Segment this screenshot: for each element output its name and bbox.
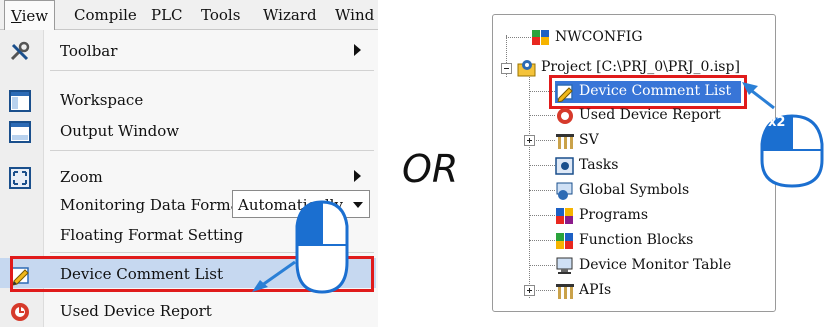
menu-item-label: Monitoring Data Format	[60, 196, 246, 214]
expand-toggle-icon[interactable]	[524, 285, 535, 296]
menu-item-zoom[interactable]: Zoom	[0, 161, 376, 191]
submenu-arrow-icon	[354, 44, 361, 56]
tree-line	[529, 190, 555, 191]
double-click-mouse-icon	[742, 82, 824, 188]
menu-window[interactable]: Wind	[335, 6, 374, 24]
workspace-icon	[9, 90, 31, 112]
toolbar-icon	[9, 41, 30, 61]
menu-tools[interactable]: Tools	[201, 6, 240, 24]
tree-line	[529, 115, 555, 116]
submenu-arrow-icon	[354, 170, 361, 182]
menu-item-workspace[interactable]: Workspace	[0, 84, 376, 114]
tree-item-label: Tasks	[579, 157, 619, 173]
tree-item-label: Programs	[579, 207, 649, 223]
menu-compile[interactable]: Compile	[74, 6, 137, 24]
menu-item-label: Floating Format Setting	[60, 226, 244, 244]
nwconfig-icon	[531, 28, 551, 48]
sv-icon	[555, 131, 575, 151]
programs-icon	[555, 206, 575, 226]
tree-item-label: Function Blocks	[579, 232, 694, 248]
tree-line	[529, 215, 555, 216]
project-icon	[517, 58, 537, 78]
tree-item-label: Used Device Report	[579, 107, 721, 123]
menu-wizard[interactable]: Wizard	[263, 6, 317, 24]
menu-item-output-window[interactable]: Output Window	[0, 115, 376, 145]
menu-item-label: Zoom	[60, 168, 103, 186]
tree-item-label: Global Symbols	[579, 182, 690, 198]
used-device-report-icon	[555, 106, 575, 126]
menu-item-label: Workspace	[60, 91, 144, 109]
menu-item-label: Output Window	[60, 122, 180, 140]
apis-icon	[555, 281, 575, 301]
tree-line	[529, 240, 555, 241]
tree-item-label: NWCONFIG	[555, 29, 643, 45]
global-symbols-icon	[555, 181, 575, 201]
collapse-toggle-icon[interactable]	[501, 63, 512, 74]
menu-separator	[50, 70, 374, 71]
menu-item-label: Used Device Report	[60, 302, 212, 320]
tree-line	[506, 37, 531, 38]
tree-item-label: APIs	[579, 282, 612, 298]
tree-line	[529, 165, 555, 166]
tree-highlight-box	[549, 75, 747, 109]
menu-view[interactable]: View	[4, 0, 56, 31]
menu-plc[interactable]: PLC	[151, 6, 183, 24]
function-blocks-icon	[555, 231, 575, 251]
menu-item-toolbar[interactable]: Toolbar	[0, 35, 376, 65]
tree-line	[529, 265, 555, 266]
project-tree-panel: NWCONFIG Project [C:\PRJ_0\PRJ_0.isp] De…	[492, 14, 776, 312]
tree-item-label: Project [C:\PRJ_0\PRJ_0.isp]	[541, 59, 740, 75]
menu-separator	[50, 150, 374, 151]
used-device-report-icon	[9, 301, 29, 321]
mouse-click-icon	[252, 200, 349, 294]
expand-toggle-icon[interactable]	[524, 135, 535, 146]
zoom-icon	[9, 167, 31, 189]
double-click-label: x2	[768, 115, 786, 130]
tree-item-label: SV	[579, 132, 599, 148]
tasks-icon	[555, 156, 575, 176]
menubar: View Compile PLC Tools Wizard Wind	[0, 0, 378, 31]
device-monitor-table-icon	[555, 256, 575, 276]
menu-item-label: Toolbar	[60, 42, 118, 60]
tree-item-label: Device Monitor Table	[579, 257, 732, 273]
or-label: OR	[402, 147, 459, 191]
output-window-icon	[9, 121, 31, 143]
